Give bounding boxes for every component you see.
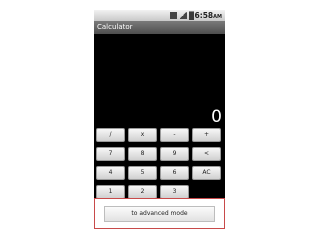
digit-7-key[interactable]: 7 [96, 147, 125, 161]
digit-3-key[interactable]: 3 [160, 185, 189, 199]
signal-icon [179, 12, 187, 19]
digit-8-key[interactable]: 8 [128, 147, 157, 161]
status-ampm: AM [213, 14, 222, 20]
status-time: 6:58 [194, 11, 214, 20]
digit-4-key[interactable]: 4 [96, 166, 125, 180]
phone-screen: 6:58AM Calculator 0 / x - + 7 8 9 < 4 5 … [94, 10, 225, 228]
add-key[interactable]: + [192, 128, 221, 142]
backspace-key[interactable]: < [192, 147, 221, 161]
app-title: Calculator [97, 23, 133, 31]
digit-6-key[interactable]: 6 [160, 166, 189, 180]
status-bar: 6:58AM [94, 10, 225, 21]
divide-key[interactable]: / [96, 128, 125, 142]
battery-icon [189, 11, 194, 20]
digit-2-key[interactable]: 2 [128, 185, 157, 199]
usb-icon [170, 12, 177, 19]
advanced-mode-panel: to advanced mode [94, 198, 225, 229]
status-icons [170, 11, 194, 20]
advanced-mode-button[interactable]: to advanced mode [104, 206, 215, 222]
app-title-bar: Calculator [94, 21, 225, 34]
all-clear-key[interactable]: AC [192, 166, 221, 180]
digit-1-key[interactable]: 1 [96, 185, 125, 199]
subtract-key[interactable]: - [160, 128, 189, 142]
status-clock: 6:58AM [194, 10, 222, 21]
digit-5-key[interactable]: 5 [128, 166, 157, 180]
digit-9-key[interactable]: 9 [160, 147, 189, 161]
multiply-key[interactable]: x [128, 128, 157, 142]
calculator-display: 0 [211, 107, 222, 127]
